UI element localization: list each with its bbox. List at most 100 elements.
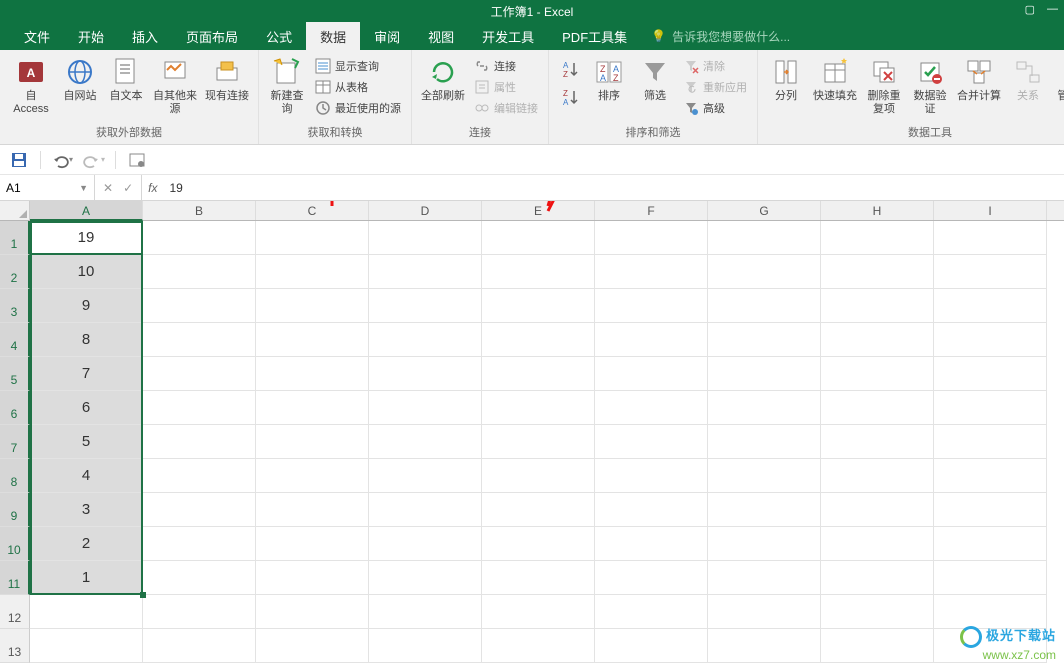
row-header-13[interactable]: 13 [0, 629, 30, 663]
name-box[interactable]: A1 ▼ [0, 175, 95, 200]
cell-F2[interactable] [595, 255, 708, 289]
row-header-1[interactable]: 1 [0, 221, 30, 255]
save-button[interactable] [8, 149, 30, 171]
cell-D13[interactable] [369, 629, 482, 663]
cell-A3[interactable]: 9 [30, 289, 143, 323]
cell-C6[interactable] [256, 391, 369, 425]
cell-A6[interactable]: 6 [30, 391, 143, 425]
cell-G2[interactable] [708, 255, 821, 289]
cell-C7[interactable] [256, 425, 369, 459]
cell-C1[interactable] [256, 221, 369, 255]
sort-ascending-button[interactable]: AZ [559, 58, 581, 80]
tab-page-layout[interactable]: 页面布局 [172, 22, 252, 50]
cell-I8[interactable] [934, 459, 1047, 493]
fx-icon[interactable]: fx [142, 175, 163, 200]
row-header-9[interactable]: 9 [0, 493, 30, 527]
cell-F1[interactable] [595, 221, 708, 255]
cell-A13[interactable] [30, 629, 143, 663]
cell-E7[interactable] [482, 425, 595, 459]
cell-F8[interactable] [595, 459, 708, 493]
cell-H11[interactable] [821, 561, 934, 595]
cell-H2[interactable] [821, 255, 934, 289]
cell-H12[interactable] [821, 595, 934, 629]
flash-fill-button[interactable]: 快速填充 [810, 54, 860, 105]
cell-I10[interactable] [934, 527, 1047, 561]
cell-B13[interactable] [143, 629, 256, 663]
redo-button[interactable]: ▾ [83, 149, 105, 171]
data-validation-button[interactable]: 数据验证 [908, 54, 952, 118]
cell-C5[interactable] [256, 357, 369, 391]
show-queries-button[interactable]: 显示查询 [311, 56, 405, 76]
cell-B1[interactable] [143, 221, 256, 255]
cell-H3[interactable] [821, 289, 934, 323]
cell-G13[interactable] [708, 629, 821, 663]
cell-E6[interactable] [482, 391, 595, 425]
cell-G9[interactable] [708, 493, 821, 527]
cell-C3[interactable] [256, 289, 369, 323]
cell-G11[interactable] [708, 561, 821, 595]
cell-E13[interactable] [482, 629, 595, 663]
recent-sources-button[interactable]: 最近使用的源 [311, 98, 405, 118]
cell-G4[interactable] [708, 323, 821, 357]
cell-B4[interactable] [143, 323, 256, 357]
undo-button[interactable]: ▾ [51, 149, 73, 171]
cell-E1[interactable] [482, 221, 595, 255]
cell-F5[interactable] [595, 357, 708, 391]
consolidate-button[interactable]: 合并计算 [954, 54, 1004, 105]
cell-H7[interactable] [821, 425, 934, 459]
sort-button[interactable]: ZAAZ 排序 [587, 54, 631, 105]
cell-I12[interactable] [934, 595, 1047, 629]
cell-I9[interactable] [934, 493, 1047, 527]
cell-D3[interactable] [369, 289, 482, 323]
row-header-7[interactable]: 7 [0, 425, 30, 459]
cell-D5[interactable] [369, 357, 482, 391]
cell-F13[interactable] [595, 629, 708, 663]
from-other-sources-button[interactable]: 自其他来源 [150, 54, 200, 118]
cell-D2[interactable] [369, 255, 482, 289]
ribbon-display-icon[interactable]: ▢ [1025, 3, 1035, 16]
fill-handle[interactable] [140, 592, 146, 598]
tab-review[interactable]: 审阅 [360, 22, 414, 50]
cell-C4[interactable] [256, 323, 369, 357]
cell-F6[interactable] [595, 391, 708, 425]
filter-button[interactable]: 筛选 [633, 54, 677, 105]
cell-D7[interactable] [369, 425, 482, 459]
cell-E12[interactable] [482, 595, 595, 629]
row-header-8[interactable]: 8 [0, 459, 30, 493]
cancel-formula-button[interactable]: ✕ [103, 181, 113, 195]
cell-B9[interactable] [143, 493, 256, 527]
tab-file[interactable]: 文件 [10, 22, 64, 50]
from-text-button[interactable]: 自文本 [104, 54, 148, 105]
tell-me-search[interactable]: 💡 告诉我您想要做什么... [641, 22, 790, 50]
remove-duplicates-button[interactable]: 删除重复项 [862, 54, 906, 118]
cell-C2[interactable] [256, 255, 369, 289]
cell-C13[interactable] [256, 629, 369, 663]
cell-A7[interactable]: 5 [30, 425, 143, 459]
cell-G7[interactable] [708, 425, 821, 459]
cell-E10[interactable] [482, 527, 595, 561]
column-header-A[interactable]: A [30, 201, 143, 221]
tab-formulas[interactable]: 公式 [252, 22, 306, 50]
new-query-button[interactable]: 新建查询 [265, 54, 309, 118]
text-to-columns-button[interactable]: 分列 [764, 54, 808, 105]
cell-D1[interactable] [369, 221, 482, 255]
cell-F11[interactable] [595, 561, 708, 595]
cell-I11[interactable] [934, 561, 1047, 595]
column-header-B[interactable]: B [143, 201, 256, 220]
cell-D9[interactable] [369, 493, 482, 527]
cell-H9[interactable] [821, 493, 934, 527]
tab-insert[interactable]: 插入 [118, 22, 172, 50]
tab-pdf-tools[interactable]: PDF工具集 [548, 22, 641, 50]
from-table-button[interactable]: 从表格 [311, 77, 405, 97]
manage-data-model-button[interactable]: 管理数据 [1052, 54, 1064, 118]
worksheet[interactable]: ABCDEFGHI 12345678910111213 191098765432… [0, 201, 1064, 668]
cell-C9[interactable] [256, 493, 369, 527]
cell-A10[interactable]: 2 [30, 527, 143, 561]
cell-C12[interactable] [256, 595, 369, 629]
row-header-4[interactable]: 4 [0, 323, 30, 357]
cell-H5[interactable] [821, 357, 934, 391]
select-all-corner[interactable] [0, 201, 30, 221]
cell-A2[interactable]: 10 [30, 255, 143, 289]
sort-descending-button[interactable]: ZA [559, 86, 581, 108]
cell-E3[interactable] [482, 289, 595, 323]
